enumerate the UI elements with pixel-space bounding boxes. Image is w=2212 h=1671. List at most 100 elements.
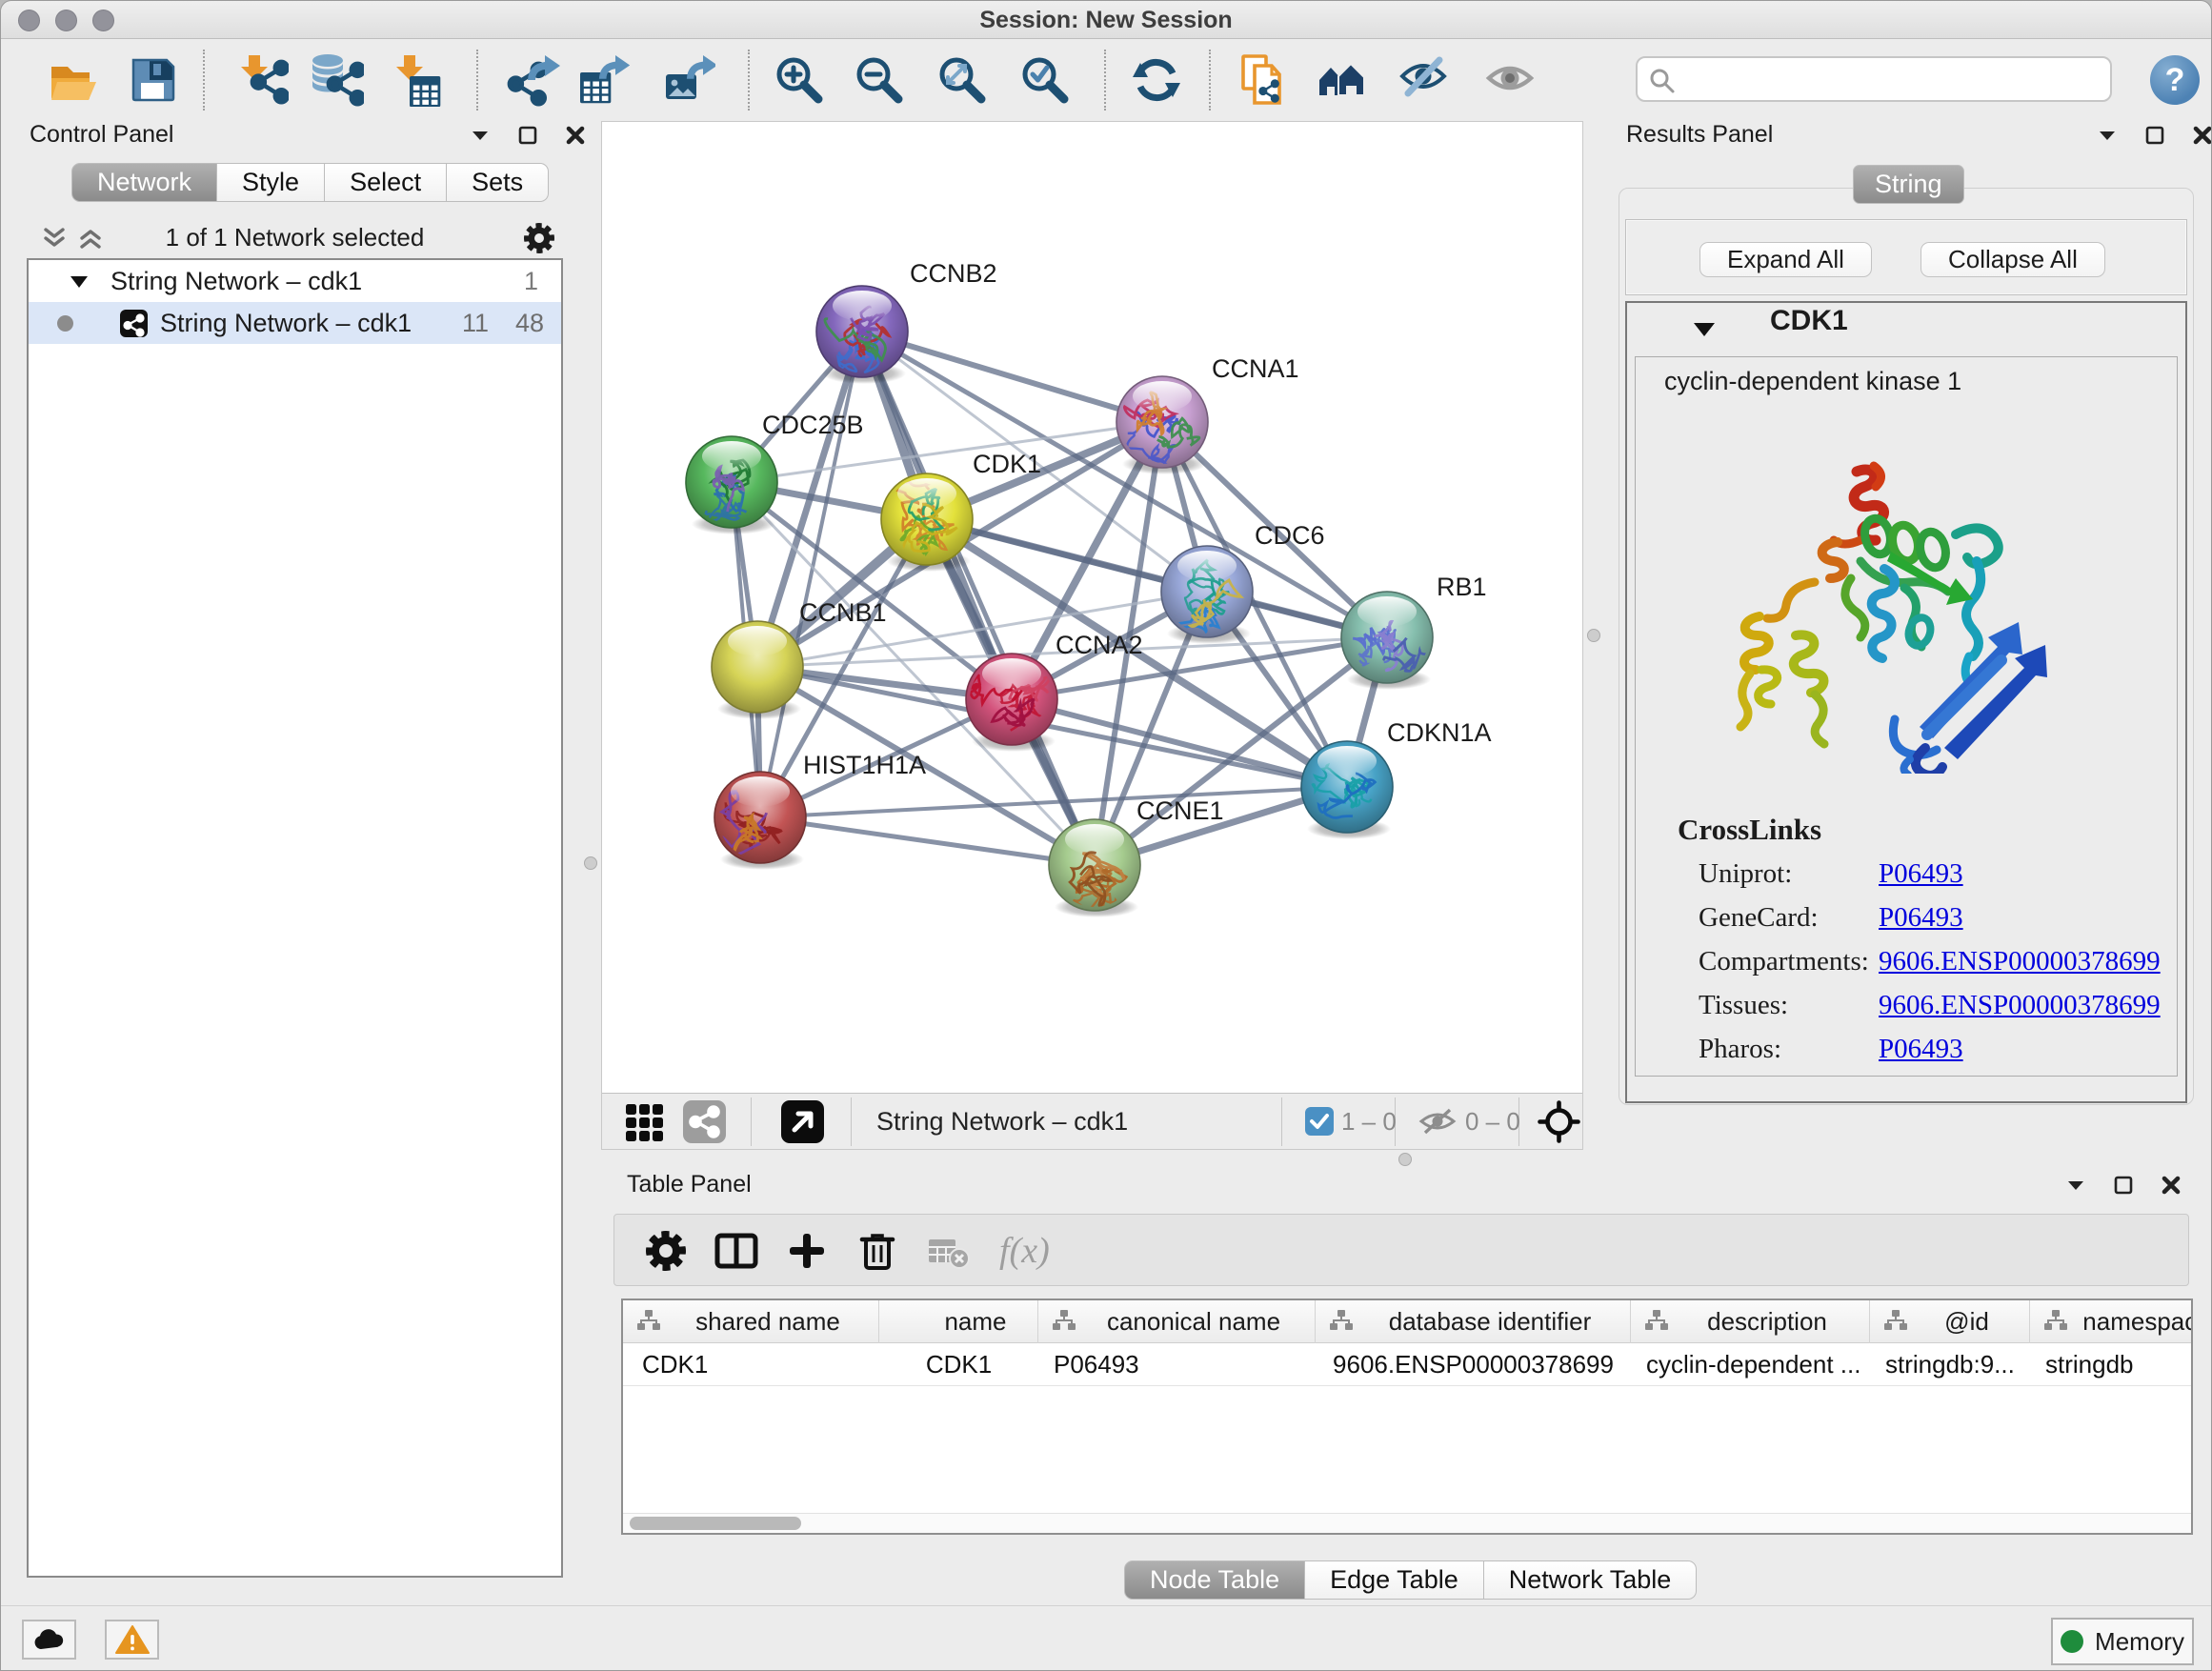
node-label-ccnb1: CCNB1: [799, 598, 887, 627]
export-image-icon[interactable]: [662, 53, 715, 107]
open-file-icon[interactable]: [47, 53, 100, 107]
table-tabs: Node TableEdge TableNetwork Table: [1124, 1560, 1697, 1600]
tab-style[interactable]: Style: [217, 163, 325, 202]
network-node-rb1[interactable]: RB1: [1341, 573, 1487, 690]
network-canvas[interactable]: CCNB2CCNA1CDC25BCDK1CDC6RB1CCNB1CCNA2CDK…: [602, 122, 1582, 1093]
network-edge[interactable]: [862, 332, 1162, 422]
column-header-description[interactable]: description: [1631, 1300, 1870, 1343]
network-collection-row[interactable]: String Network – cdk1 1: [29, 260, 561, 302]
network-node-cdc6[interactable]: CDC6: [1161, 521, 1325, 644]
close-panel-icon[interactable]: [2190, 123, 2212, 148]
column-header-database-identifier[interactable]: database identifier: [1316, 1300, 1631, 1343]
crosslink-link[interactable]: P06493: [1879, 858, 1963, 890]
crosslink-link[interactable]: 9606.ENSP00000378699: [1879, 990, 2161, 1021]
maximize-panel-icon[interactable]: [2142, 123, 2167, 148]
network-node-ccna1[interactable]: CCNA1: [1116, 354, 1299, 474]
crosslink-link[interactable]: 9606.ENSP00000378699: [1879, 946, 2161, 977]
network-view-toolbar: String Network – cdk1 1 – 0 0 – 0: [602, 1093, 1582, 1149]
left-splitter-handle[interactable]: [584, 856, 597, 870]
warning-button[interactable]: [105, 1620, 159, 1660]
show-all-icon[interactable]: [1317, 53, 1370, 107]
crosslink-link[interactable]: P06493: [1879, 902, 1963, 934]
collection-expander-icon[interactable]: [69, 273, 90, 291]
maximize-panel-icon[interactable]: [2111, 1173, 2136, 1198]
column-header-canonical-name[interactable]: canonical name: [1038, 1300, 1316, 1343]
import-table-file-icon[interactable]: [391, 53, 444, 107]
share-network-icon[interactable]: [683, 1100, 726, 1143]
table-cell[interactable]: P06493: [1038, 1343, 1316, 1385]
search-input[interactable]: [1683, 62, 2102, 96]
close-panel-icon[interactable]: [563, 123, 588, 148]
float-panel-icon[interactable]: [2095, 123, 2120, 148]
column-header-shared-name[interactable]: shared name: [623, 1300, 879, 1343]
warning-icon: [115, 1624, 150, 1655]
import-network-database-icon[interactable]: [311, 53, 364, 107]
hide-selected-icon[interactable]: [1398, 53, 1452, 107]
export-table-icon[interactable]: [576, 53, 630, 107]
tab-node-table[interactable]: Node Table: [1124, 1560, 1305, 1600]
section-expander-icon[interactable]: [1692, 320, 1717, 339]
add-column-icon[interactable]: [784, 1228, 830, 1274]
tab-string[interactable]: String: [1853, 165, 1964, 204]
table-cell[interactable]: cyclin-dependent ...: [1631, 1343, 1870, 1385]
column-header-id[interactable]: @id: [1870, 1300, 2030, 1343]
table-cell[interactable]: CDK1: [879, 1343, 1038, 1385]
help-button[interactable]: ?: [2150, 55, 2200, 105]
zoom-fit-icon[interactable]: [935, 53, 989, 107]
show-selected-icon[interactable]: [1485, 53, 1538, 107]
hidden-eye-icon[interactable]: [1418, 1106, 1458, 1137]
main-toolbar: ?: [1, 40, 2211, 121]
network-options-gear-icon[interactable]: [523, 222, 555, 259]
delete-column-icon[interactable]: [855, 1228, 900, 1274]
tab-network[interactable]: Network: [71, 163, 217, 202]
birdseye-grid-icon[interactable]: [623, 1100, 666, 1143]
zoom-selected-icon[interactable]: [1018, 53, 1072, 107]
crosslink-link[interactable]: P06493: [1879, 1034, 1963, 1065]
table-cell[interactable]: CDK1: [623, 1343, 879, 1385]
float-panel-icon[interactable]: [2063, 1173, 2088, 1198]
import-network-file-icon[interactable]: [235, 53, 289, 107]
tab-edge-table[interactable]: Edge Table: [1305, 1560, 1484, 1600]
fit-selected-crosshair-icon[interactable]: [1538, 1100, 1580, 1143]
split-pane-icon[interactable]: [714, 1228, 759, 1274]
maximize-panel-icon[interactable]: [515, 123, 540, 148]
right-splitter-handle[interactable]: [1587, 629, 1600, 642]
toolbar-separator: [748, 50, 750, 111]
selected-checkbox-icon[interactable]: [1305, 1107, 1334, 1136]
network-edge[interactable]: [760, 332, 862, 817]
open-in-window-icon[interactable]: [781, 1100, 824, 1143]
duplicate-style-icon[interactable]: [1236, 53, 1289, 107]
title-bar: Session: New Session: [1, 1, 2211, 39]
zoom-out-icon[interactable]: [853, 53, 906, 107]
column-type-icon: [1052, 1310, 1076, 1336]
refresh-icon[interactable]: [1130, 53, 1183, 107]
zoom-in-icon[interactable]: [773, 53, 826, 107]
tab-sets[interactable]: Sets: [447, 163, 549, 202]
float-panel-icon[interactable]: [468, 123, 493, 148]
table-cell[interactable]: stringdb:9...: [1870, 1343, 2030, 1385]
column-header-namespace[interactable]: namespace: [2030, 1300, 2193, 1343]
close-panel-icon[interactable]: [2159, 1173, 2183, 1198]
export-network-icon[interactable]: [507, 53, 560, 107]
expand-all-button[interactable]: Expand All: [1699, 242, 1872, 277]
save-session-icon[interactable]: [127, 53, 180, 107]
column-label: database identifier: [1354, 1300, 1626, 1343]
bottom-splitter-handle[interactable]: [1398, 1153, 1412, 1166]
node-label-cdc25b: CDC25B: [762, 411, 864, 439]
tab-select[interactable]: Select: [325, 163, 447, 202]
memory-button[interactable]: Memory: [2051, 1618, 2194, 1665]
column-header-name[interactable]: name: [879, 1300, 1038, 1343]
cloud-button[interactable]: [22, 1620, 76, 1660]
table-hscrollbar[interactable]: [623, 1513, 2191, 1533]
scrollbar-thumb[interactable]: [630, 1517, 801, 1530]
table-cell[interactable]: stringdb: [2030, 1343, 2193, 1385]
network-node-ccnb1[interactable]: CCNB1: [712, 598, 887, 719]
network-node-cdkn1a[interactable]: CDKN1A: [1301, 718, 1492, 839]
tab-network-table[interactable]: Network Table: [1484, 1560, 1698, 1600]
table-gear-icon[interactable]: [643, 1228, 689, 1274]
network-edge[interactable]: [760, 817, 1095, 865]
table-cell[interactable]: 9606.ENSP00000378699: [1316, 1343, 1631, 1385]
network-row[interactable]: String Network – cdk1 11 48: [29, 302, 561, 344]
collapse-all-button[interactable]: Collapse All: [1920, 242, 2105, 277]
toolbar-separator: [1209, 50, 1211, 111]
